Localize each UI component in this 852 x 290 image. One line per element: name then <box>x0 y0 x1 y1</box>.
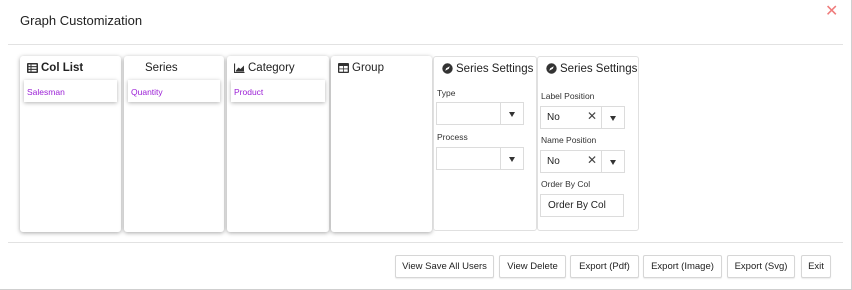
series-settings-label-2: Series Settings <box>560 62 638 75</box>
table-icon <box>338 62 349 73</box>
col-list-header: Col List <box>20 56 121 79</box>
type-label: Type <box>437 88 456 98</box>
col-list-label: Col List <box>41 61 84 74</box>
category-header: Category <box>227 56 329 79</box>
process-select[interactable] <box>436 147 524 170</box>
group-panel: Group <box>331 56 432 232</box>
label-position-label: Label Position <box>541 91 595 101</box>
series-panel: Series Quantity <box>124 56 224 232</box>
series-header: Series <box>124 56 224 79</box>
close-icon[interactable]: ✕ <box>825 4 838 20</box>
series-settings-label-1: Series Settings <box>456 62 534 75</box>
bar-chart-icon <box>234 63 245 73</box>
exit-button[interactable]: Exit <box>801 255 831 278</box>
order-by-label: Order By Col <box>541 179 591 189</box>
chevron-down-icon[interactable] <box>509 112 515 117</box>
category-label: Category <box>248 61 295 74</box>
list-item-quantity[interactable]: Quantity <box>128 80 220 102</box>
label-position-select[interactable]: No ✕ <box>540 106 625 129</box>
label-position-value: No <box>547 112 560 123</box>
series-settings-header-1: Series Settings <box>434 57 536 80</box>
dialog-title: Graph Customization <box>20 13 143 28</box>
view-delete-button[interactable]: View Delete <box>499 255 566 278</box>
order-by-input[interactable]: Order By Col <box>540 194 624 217</box>
graph-customization-dialog: Graph Customization ✕ Col List Salesman … <box>0 0 852 290</box>
category-panel: Category Product <box>227 56 329 232</box>
export-image-button[interactable]: Export (Image) <box>643 255 722 278</box>
settings-circle-icon <box>546 63 557 74</box>
series-settings-panel-1: Series Settings Type Process <box>433 56 537 231</box>
export-pdf-button[interactable]: Export (Pdf) <box>570 255 639 278</box>
footer-divider <box>8 242 843 243</box>
name-position-label: Name Position <box>541 135 597 145</box>
view-save-all-users-button[interactable]: View Save All Users <box>395 255 494 278</box>
group-header: Group <box>331 56 432 79</box>
export-svg-button[interactable]: Export (Svg) <box>727 255 795 278</box>
name-position-select[interactable]: No ✕ <box>540 150 625 173</box>
chevron-down-icon[interactable] <box>610 116 616 121</box>
list-item-salesman[interactable]: Salesman <box>24 80 117 102</box>
series-settings-header-2: Series Settings <box>538 57 638 80</box>
settings-circle-icon <box>442 63 453 74</box>
name-position-value: No <box>547 156 560 167</box>
group-label: Group <box>352 61 384 74</box>
process-label: Process <box>437 132 468 142</box>
series-settings-panel-2: Series Settings Label Position No ✕ Name… <box>537 56 639 231</box>
chevron-down-icon[interactable] <box>509 157 515 162</box>
clear-icon[interactable]: ✕ <box>587 109 597 123</box>
clear-icon[interactable]: ✕ <box>587 153 597 167</box>
chevron-down-icon[interactable] <box>610 160 616 165</box>
header-divider <box>8 44 843 45</box>
list-icon <box>27 62 38 73</box>
col-list-panel: Col List Salesman <box>20 56 121 232</box>
type-select[interactable] <box>436 102 524 125</box>
list-item-product[interactable]: Product <box>231 80 325 102</box>
series-label: Series <box>145 61 178 74</box>
